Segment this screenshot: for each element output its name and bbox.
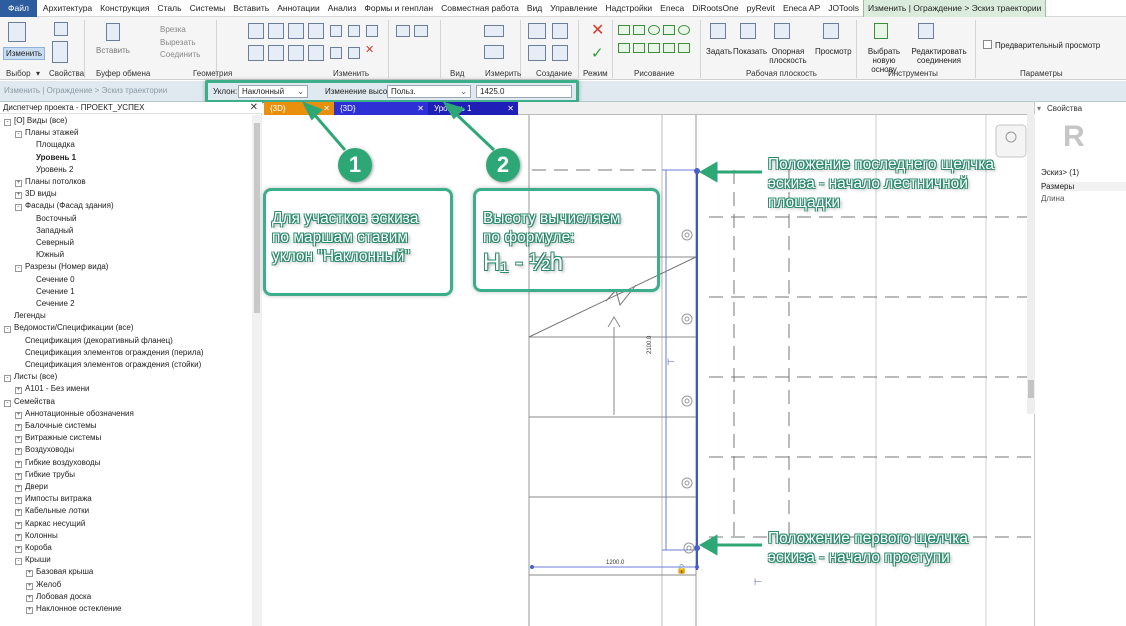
- revit-window: Файл Архитектура Конструкция Сталь Системы Вс…: [0, 0, 1126, 626]
- last-click-note-line2: эскиза - начало лестничной: [768, 175, 968, 192]
- last-click-note-line3: площадки: [768, 194, 841, 211]
- first-click-note-line1: Положение первого щелчка: [768, 530, 968, 547]
- first-click-note-line2: эскиза - начало проступи: [768, 549, 950, 566]
- last-click-note-line1: Положение последнего щелчка: [768, 156, 994, 173]
